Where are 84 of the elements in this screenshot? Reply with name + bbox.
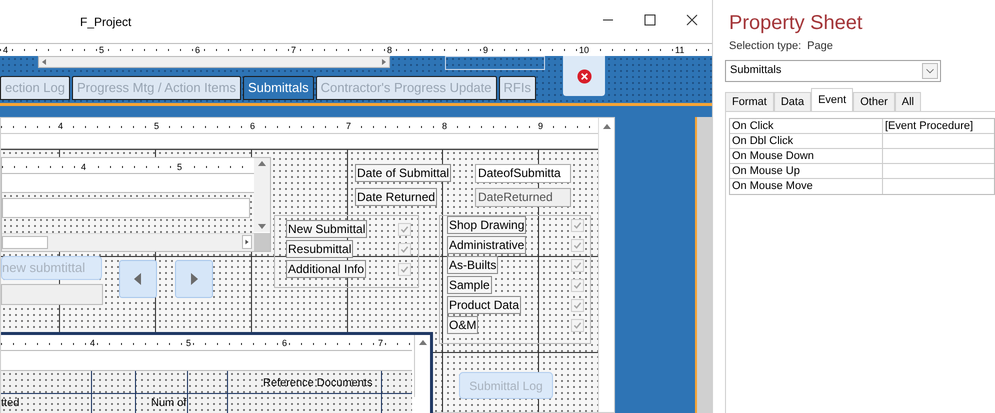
column-header: tted [1, 396, 20, 411]
field-label: As-Builts [447, 256, 498, 274]
down-arrow-icon[interactable] [257, 224, 267, 230]
checkbox[interactable] [571, 279, 584, 292]
previous-button[interactable] [119, 260, 157, 298]
property-tab[interactable]: All [894, 92, 921, 110]
property-value[interactable]: [Event Procedure] [883, 118, 974, 132]
field-label: O&M [447, 316, 478, 334]
property-tab[interactable]: Data [774, 92, 812, 110]
vertical-scrollbar[interactable] [414, 335, 430, 397]
check-icon [400, 265, 409, 274]
check-icon [573, 221, 582, 230]
property-name: On Click [730, 118, 883, 132]
checkbox[interactable] [571, 219, 584, 232]
field-label: Sample [447, 276, 492, 294]
left-arrow-icon[interactable] [41, 59, 47, 65]
property-tab[interactable]: Format [725, 92, 774, 110]
text-field[interactable] [1, 284, 103, 305]
field-label: Administrative [447, 236, 526, 254]
field-label: Additional Info [286, 260, 366, 278]
field-label: Resubmittal [286, 240, 354, 258]
check-icon [573, 301, 582, 310]
field-label: New Submittal [286, 220, 368, 238]
left-arrow-icon [134, 273, 142, 285]
date-field[interactable]: DateofSubmitta [475, 164, 571, 183]
checkbox[interactable] [398, 243, 411, 256]
property-name: On Dbl Click [730, 134, 883, 148]
field-label: Date Returned [355, 188, 438, 206]
check-icon [400, 225, 409, 234]
property-tab[interactable]: Event [811, 88, 854, 110]
checkbox[interactable] [398, 263, 411, 276]
property-name: On Mouse Move [730, 178, 883, 194]
check-icon [400, 245, 409, 254]
ruler-number: 5 [176, 161, 184, 173]
text-field[interactable] [2, 198, 250, 218]
ruler-number: 9 [482, 44, 490, 56]
checkbox[interactable] [571, 319, 584, 332]
checkbox[interactable] [398, 223, 411, 236]
vertical-scrollbar[interactable] [598, 118, 614, 412]
up-arrow-icon[interactable] [257, 160, 267, 166]
check-icon [573, 281, 582, 290]
scrollbar[interactable] [38, 56, 390, 68]
field-label: Shop Drawing [447, 216, 526, 234]
ruler-number: 6 [194, 44, 202, 56]
vertical-scrollbar[interactable] [254, 158, 270, 232]
maximize-icon[interactable] [644, 14, 656, 26]
right-arrow-icon [190, 273, 198, 285]
column-header: Reference Documents [263, 376, 372, 391]
check-icon [573, 241, 582, 250]
field-label: Product Data [447, 296, 522, 314]
text-field[interactable] [2, 236, 48, 249]
checkbox[interactable] [571, 299, 584, 312]
horizontal-scrollbar[interactable] [2, 233, 254, 251]
window-title: F_Project [80, 14, 132, 30]
up-arrow-icon[interactable] [418, 339, 428, 345]
check-icon [573, 261, 582, 270]
field-label: Date of Submittal [355, 164, 452, 182]
ruler-number: 10 [578, 44, 590, 56]
close-form-button[interactable] [563, 56, 605, 96]
ruler-number: 4 [80, 161, 88, 173]
check-icon [573, 321, 582, 330]
ruler-number: 5 [98, 44, 106, 56]
ruler-number: 7 [290, 44, 298, 56]
ruler-number: 11 [674, 44, 686, 56]
chevron-down-icon [922, 62, 938, 78]
up-arrow-icon[interactable] [602, 123, 612, 129]
property-name: On Mouse Up [730, 164, 883, 178]
scrollbar-corner [254, 233, 270, 251]
ruler-number: 8 [386, 44, 394, 56]
next-button[interactable] [175, 260, 213, 298]
ruler-number: 4 [2, 44, 10, 56]
close-icon [576, 68, 592, 84]
property-name: On Mouse Down [730, 148, 883, 162]
checkbox[interactable] [571, 259, 584, 272]
right-arrow-icon[interactable] [381, 59, 387, 65]
form-tab[interactable]: Submittals [242, 76, 314, 100]
column-header: Num of [151, 396, 186, 411]
selection-type-label: Selection type: [729, 39, 802, 54]
panel-title: Property Sheet [728, 11, 864, 36]
object-dropdown[interactable]: Submittals [725, 60, 941, 82]
close-icon[interactable] [686, 14, 698, 26]
property-tab[interactable]: Other [853, 92, 895, 110]
selection-type-value: Page [807, 39, 833, 54]
checkbox[interactable] [571, 239, 584, 252]
